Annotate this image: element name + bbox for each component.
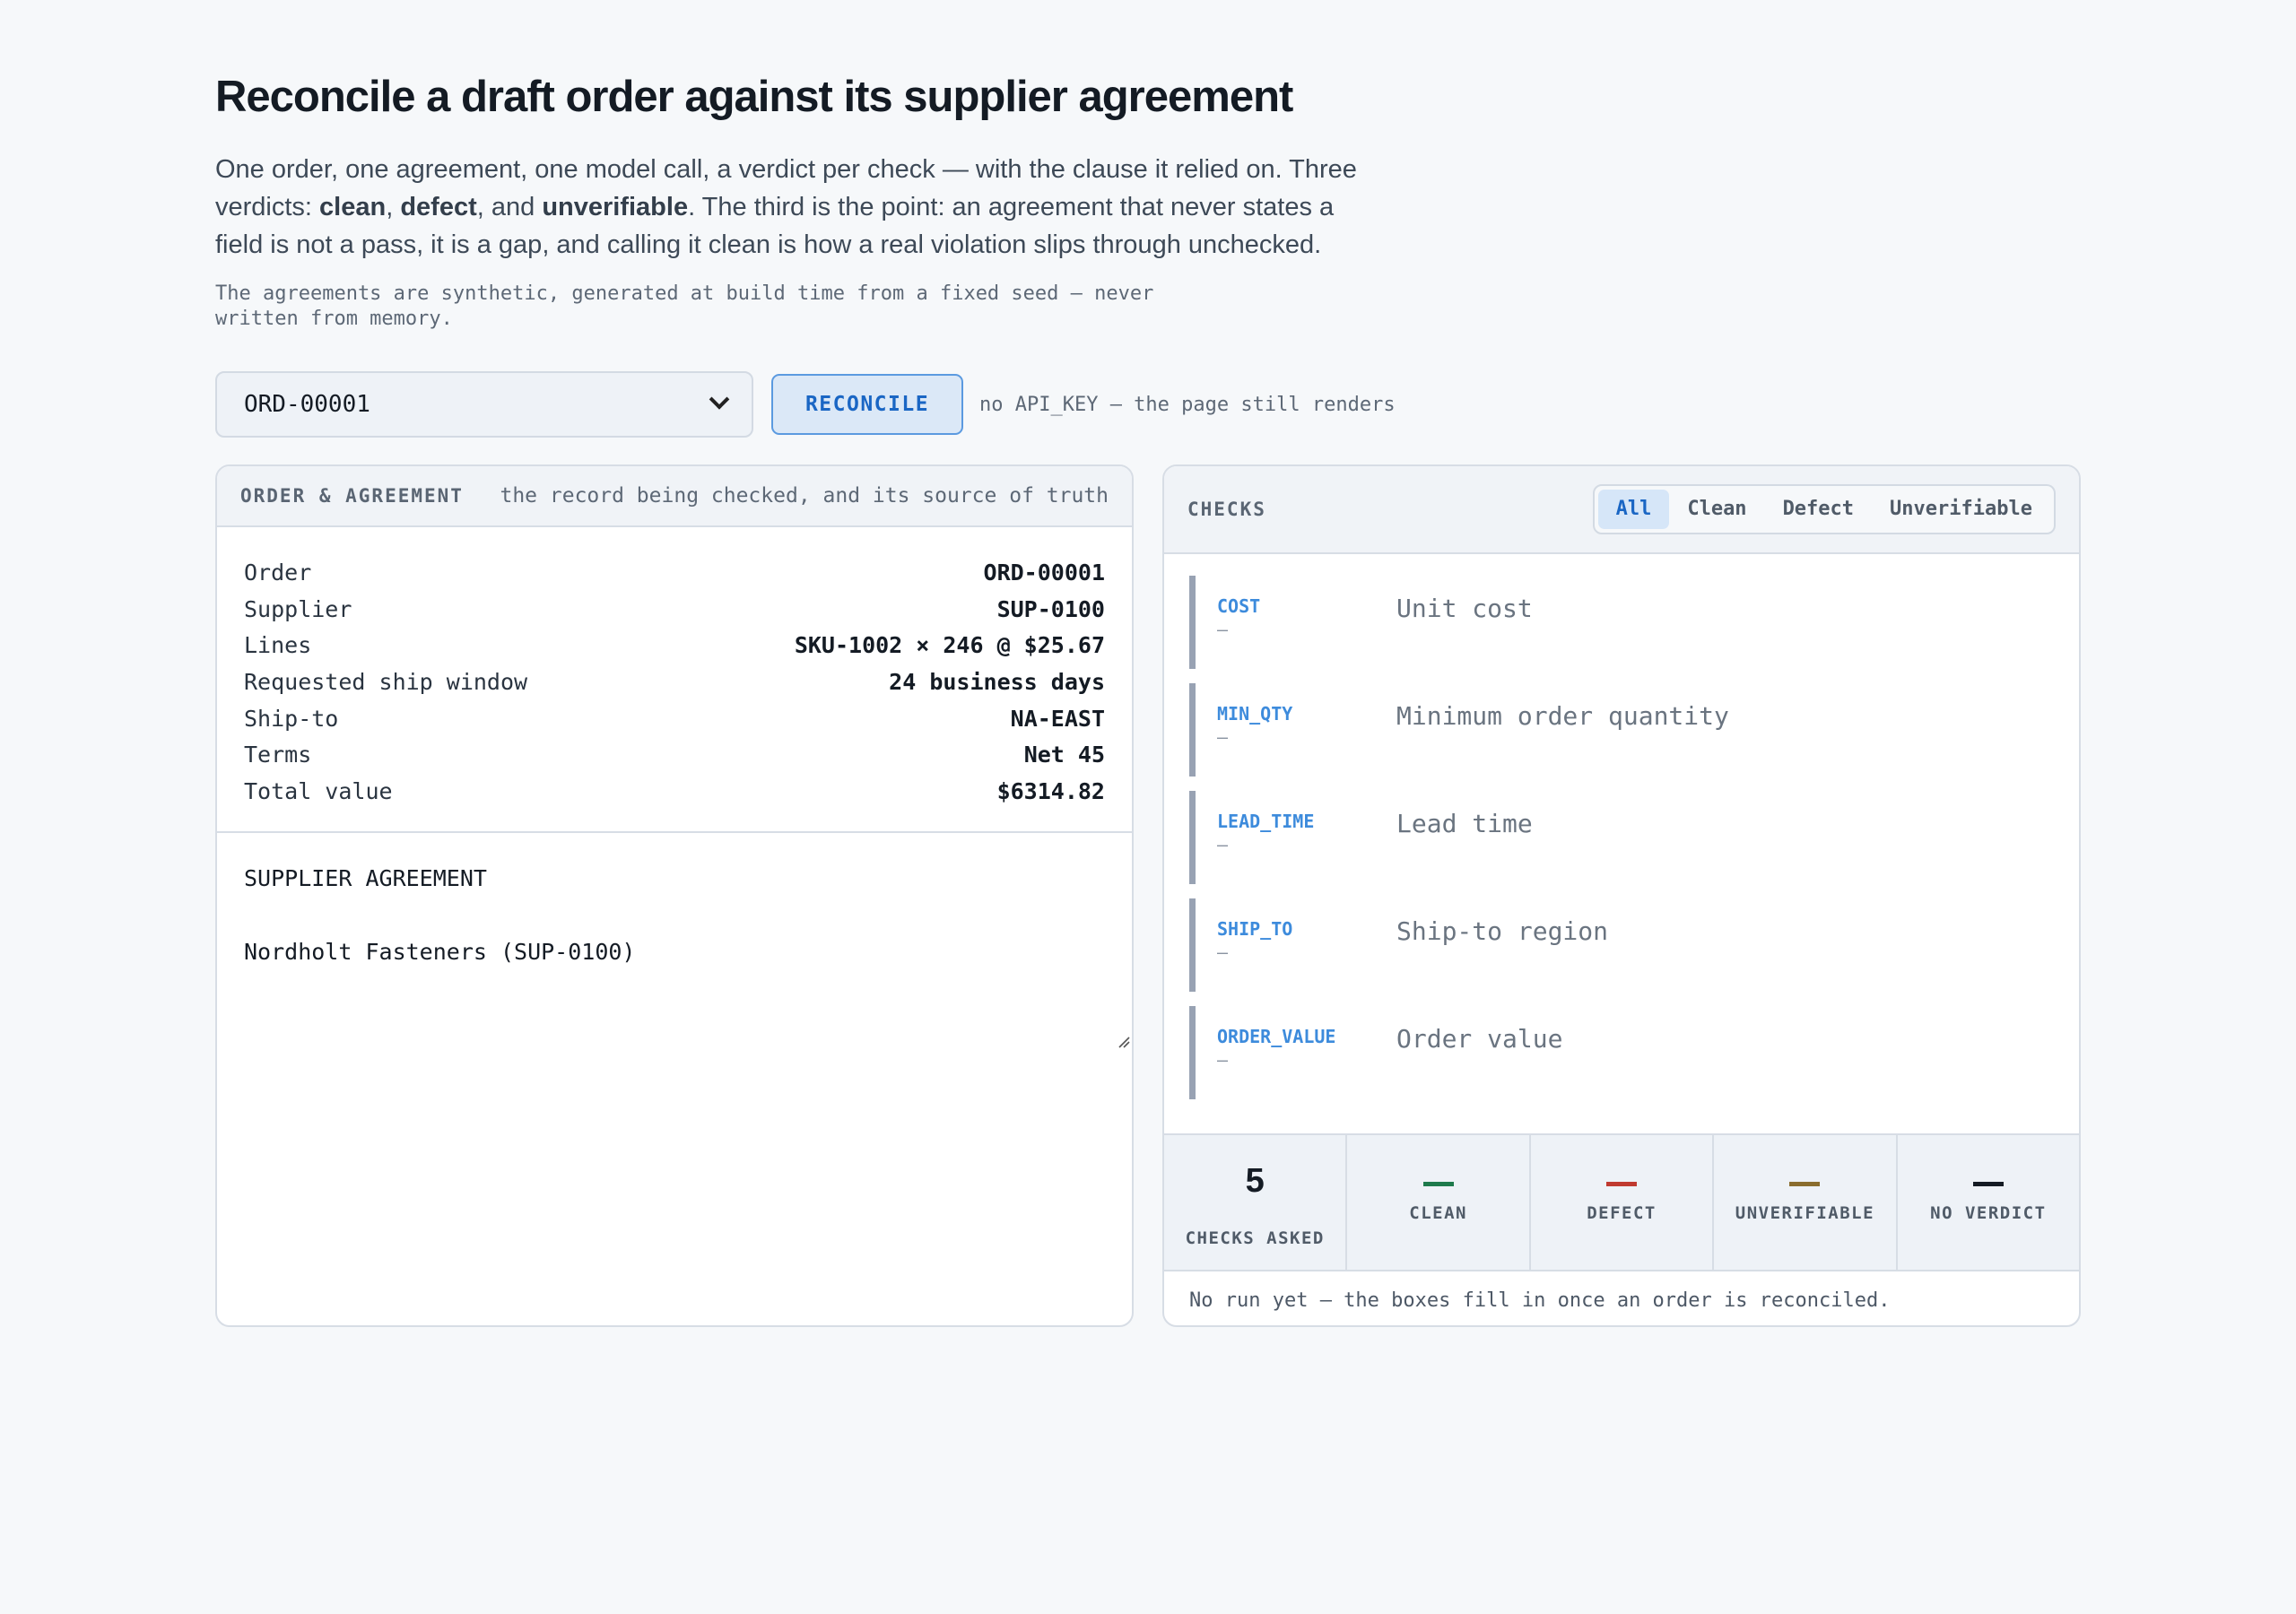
resize-grip-icon[interactable] (1116, 1034, 1130, 1048)
word-unverifiable: unverifiable (542, 193, 689, 221)
filter-clean[interactable]: Clean (1669, 490, 1764, 529)
record-row: Total value $6314.82 (244, 773, 1105, 810)
word-clean: clean (319, 193, 387, 221)
api-key-hint: no API_KEY — the page still renders (979, 393, 1396, 416)
check-code: LEAD_TIME (1217, 811, 1315, 832)
synthetic-note: The agreements are synthetic, generated … (215, 282, 1154, 330)
panel-subtitle: the record being checked, and its source… (500, 484, 1109, 508)
checks-list: COST — Unit cost MIN_QTY — Minimum order q… (1164, 554, 2079, 1119)
check-verdict: — (1217, 834, 1229, 855)
filter-unverifiable[interactable]: Unverifiable (1872, 490, 2050, 529)
record-key: Supplier (244, 595, 352, 622)
controls-bar: ORD-00001 RECONCILE no API_KEY — the pag… (215, 371, 2081, 438)
stat-caption: DEFECT (1587, 1203, 1657, 1223)
check-item: LEAD_TIME — Lead time (1189, 791, 2052, 884)
filter-defect[interactable]: Defect (1765, 490, 1872, 529)
record-key: Terms (244, 742, 312, 768)
panel-header: ORDER & AGREEMENT the record being check… (217, 466, 1132, 527)
run-status: No run yet — the boxes fill in once an o… (1189, 1289, 1891, 1312)
check-id: LEAD_TIME — (1217, 791, 1396, 884)
record-value: $6314.82 (996, 777, 1105, 804)
stat-bar-clean (1422, 1182, 1454, 1186)
record-row: Terms Net 45 (244, 736, 1105, 773)
word-defect: defect (400, 193, 477, 221)
order-record: Order ORD-00001 Supplier SUP-0100 Lines SKU… (217, 527, 1132, 833)
order-select-value: ORD-00001 (244, 391, 370, 418)
check-verdict: — (1217, 726, 1229, 748)
intro-sep: , and (476, 193, 543, 221)
check-item: COST — Unit cost (1189, 576, 2052, 669)
record-key: Order (244, 559, 312, 586)
check-id: ORDER_VALUE — (1217, 1006, 1396, 1099)
check-id: COST — (1217, 576, 1396, 669)
check-label: Order value (1396, 1024, 1563, 1054)
page: Reconcile a draft order against its supp… (215, 70, 2081, 1327)
page-title: Reconcile a draft order against its supp… (215, 73, 1293, 121)
intro-text: One order, one agreement, one model call… (215, 151, 1381, 264)
order-select[interactable]: ORD-00001 (215, 371, 753, 438)
record-row: Lines SKU-1002 × 246 @ $25.67 (244, 627, 1105, 664)
filter-all[interactable]: All (1597, 490, 1670, 529)
stat-clean: CLEAN (1347, 1135, 1531, 1270)
record-value: SKU-1002 × 246 @ $25.67 (794, 632, 1105, 659)
record-row: Supplier SUP-0100 (244, 591, 1105, 628)
check-code: COST (1217, 595, 1261, 617)
check-item: ORDER_VALUE — Order value (1189, 1006, 2052, 1099)
stat-number: 5 (1245, 1162, 1265, 1200)
record-key: Requested ship window (244, 668, 528, 695)
stat-bar-unverifiable (1789, 1182, 1821, 1186)
check-label: Unit cost (1396, 594, 1533, 623)
check-label: Minimum order quantity (1396, 701, 1729, 731)
columns: ORDER & AGREEMENT the record being check… (215, 464, 2081, 1327)
stat-checks-asked: 5 CHECKS ASKED (1164, 1135, 1348, 1270)
stats-strip: 5 CHECKS ASKED CLEAN DEFECT UNVERIFIABLE (1164, 1133, 2079, 1271)
check-label: Lead time (1396, 809, 1533, 838)
verdict-filter: All Clean Defect Unverifiable (1592, 484, 2056, 534)
agreement-heading: SUPPLIER AGREEMENT (244, 864, 487, 891)
panel-header: CHECKS All Clean Defect Unverifiable (1164, 466, 2079, 554)
stat-no-verdict: NO VERDICT (1898, 1135, 2079, 1270)
reconcile-button[interactable]: RECONCILE (771, 374, 963, 435)
record-row: Ship-to NA-EAST (244, 700, 1105, 737)
record-row: Requested ship window 24 business days (244, 664, 1105, 700)
check-verdict: — (1217, 619, 1229, 640)
stat-caption: NO VERDICT (1930, 1203, 2047, 1223)
record-value: 24 business days (889, 668, 1105, 695)
check-id: SHIP_TO — (1217, 898, 1396, 992)
stat-defect: DEFECT (1531, 1135, 1715, 1270)
stat-bar-no-verdict (1972, 1182, 2004, 1186)
chevron-down-icon (709, 389, 730, 410)
record-value: SUP-0100 (996, 595, 1105, 622)
stat-bar-defect (1606, 1182, 1638, 1186)
record-key: Total value (244, 777, 393, 804)
panel-title: CHECKS (1187, 499, 1266, 520)
agreement-party: Nordholt Fasteners (SUP-0100) (244, 938, 636, 965)
check-label: Ship-to region (1396, 916, 1609, 946)
check-code: MIN_QTY (1217, 703, 1293, 725)
check-id: MIN_QTY — (1217, 683, 1396, 777)
stat-caption: CHECKS ASKED (1185, 1228, 1325, 1248)
record-key: Lines (244, 632, 312, 659)
record-value: Net 45 (1023, 742, 1105, 768)
check-code: ORDER_VALUE (1217, 1026, 1336, 1047)
record-value: NA-EAST (1010, 705, 1105, 732)
record-row: Order ORD-00001 (244, 554, 1105, 591)
check-item: SHIP_TO — Ship-to region (1189, 898, 2052, 992)
intro-sep: , (386, 193, 401, 221)
check-verdict: — (1217, 1049, 1229, 1071)
record-key: Ship-to (244, 705, 339, 732)
agreement-textarea[interactable]: SUPPLIER AGREEMENT Nordholt Fasteners (S… (217, 833, 1132, 1048)
panel-title: ORDER & AGREEMENT (240, 485, 464, 507)
stat-caption: UNVERIFIABLE (1735, 1203, 1875, 1223)
stat-caption: CLEAN (1409, 1203, 1467, 1223)
record-value: ORD-00001 (983, 559, 1105, 586)
check-code: SHIP_TO (1217, 918, 1293, 940)
stat-unverifiable: UNVERIFIABLE (1714, 1135, 1898, 1270)
agreement-spacer (244, 897, 1105, 933)
checks-panel: CHECKS All Clean Defect Unverifiable COS… (1162, 464, 2081, 1327)
check-item: MIN_QTY — Minimum order quantity (1189, 683, 2052, 777)
order-agreement-panel: ORDER & AGREEMENT the record being check… (215, 464, 1134, 1327)
check-verdict: — (1217, 941, 1229, 963)
